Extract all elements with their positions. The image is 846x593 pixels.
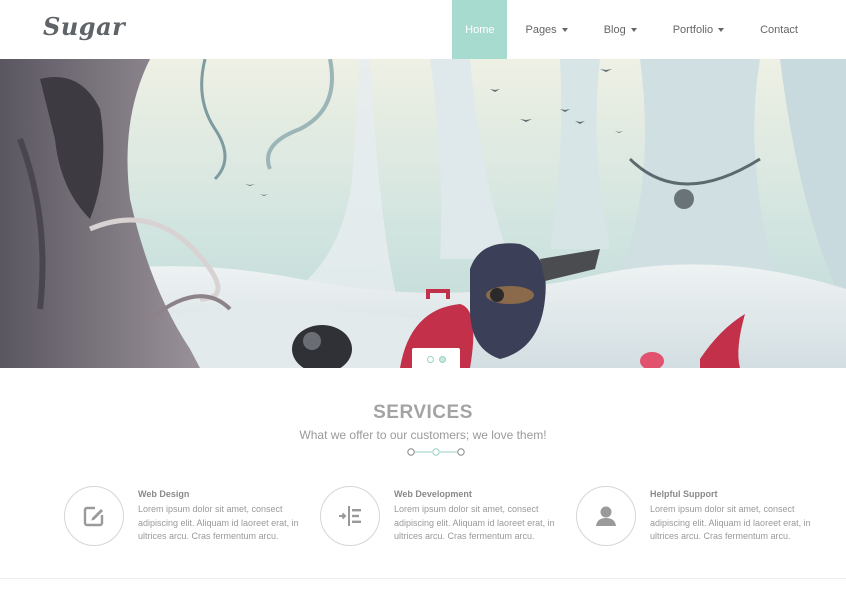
hero-illustration bbox=[0, 59, 846, 368]
service-web-design: Web Design Lorem ipsum dolor sit amet, c… bbox=[64, 486, 304, 548]
hero-slider bbox=[0, 59, 846, 368]
nav-item-label: Portfolio bbox=[672, 23, 714, 36]
caret-down-icon bbox=[630, 27, 637, 32]
nav-item-portfolio[interactable]: Portfolio bbox=[655, 0, 742, 59]
caret-down-icon bbox=[561, 27, 568, 32]
slider-dot-2[interactable] bbox=[438, 355, 446, 363]
service-description: Lorem ipsum dolor sit amet, consect adip… bbox=[138, 504, 299, 541]
align-icon bbox=[339, 506, 361, 526]
service-icon-circle[interactable] bbox=[64, 486, 124, 546]
logo[interactable]: Sugar bbox=[43, 12, 125, 41]
services-subtitle: What we offer to our customers; we love … bbox=[299, 428, 547, 442]
section-divider bbox=[407, 448, 465, 456]
nav-item-blog[interactable]: Blog bbox=[586, 0, 655, 59]
slider-dot-1[interactable] bbox=[426, 355, 434, 363]
services-title: SERVICES bbox=[373, 402, 473, 423]
service-icon-circle[interactable] bbox=[320, 486, 380, 546]
service-description: Lorem ipsum dolor sit amet, consect adip… bbox=[394, 504, 555, 541]
nav-item-pages[interactable]: Pages bbox=[507, 0, 585, 59]
slider-pagination bbox=[412, 348, 460, 370]
service-web-development: Web Development Lorem ipsum dolor sit am… bbox=[320, 486, 560, 548]
main-nav: Home Pages Blog Portfolio Contact bbox=[452, 0, 816, 59]
nav-item-home[interactable]: Home bbox=[452, 0, 508, 59]
nav-item-label: Home bbox=[465, 23, 495, 36]
caret-down-icon bbox=[718, 27, 725, 32]
service-title: Web Design bbox=[138, 489, 190, 499]
nav-item-label: Blog bbox=[603, 23, 626, 36]
service-icon-circle[interactable] bbox=[576, 486, 636, 546]
service-helpful-support: Helpful Support Lorem ipsum dolor sit am… bbox=[576, 486, 816, 548]
nav-item-label: Contact bbox=[760, 23, 798, 36]
service-title: Web Development bbox=[394, 489, 472, 499]
user-icon bbox=[596, 506, 616, 526]
edit-icon bbox=[83, 506, 104, 527]
service-description: Lorem ipsum dolor sit amet, consect adip… bbox=[650, 504, 811, 541]
nav-item-contact[interactable]: Contact bbox=[742, 0, 816, 59]
navbar: Sugar Home Pages Blog Portfolio Contact bbox=[0, 0, 846, 59]
nav-item-label: Pages bbox=[525, 23, 557, 36]
service-title: Helpful Support bbox=[650, 489, 718, 499]
section-separator bbox=[0, 578, 846, 579]
